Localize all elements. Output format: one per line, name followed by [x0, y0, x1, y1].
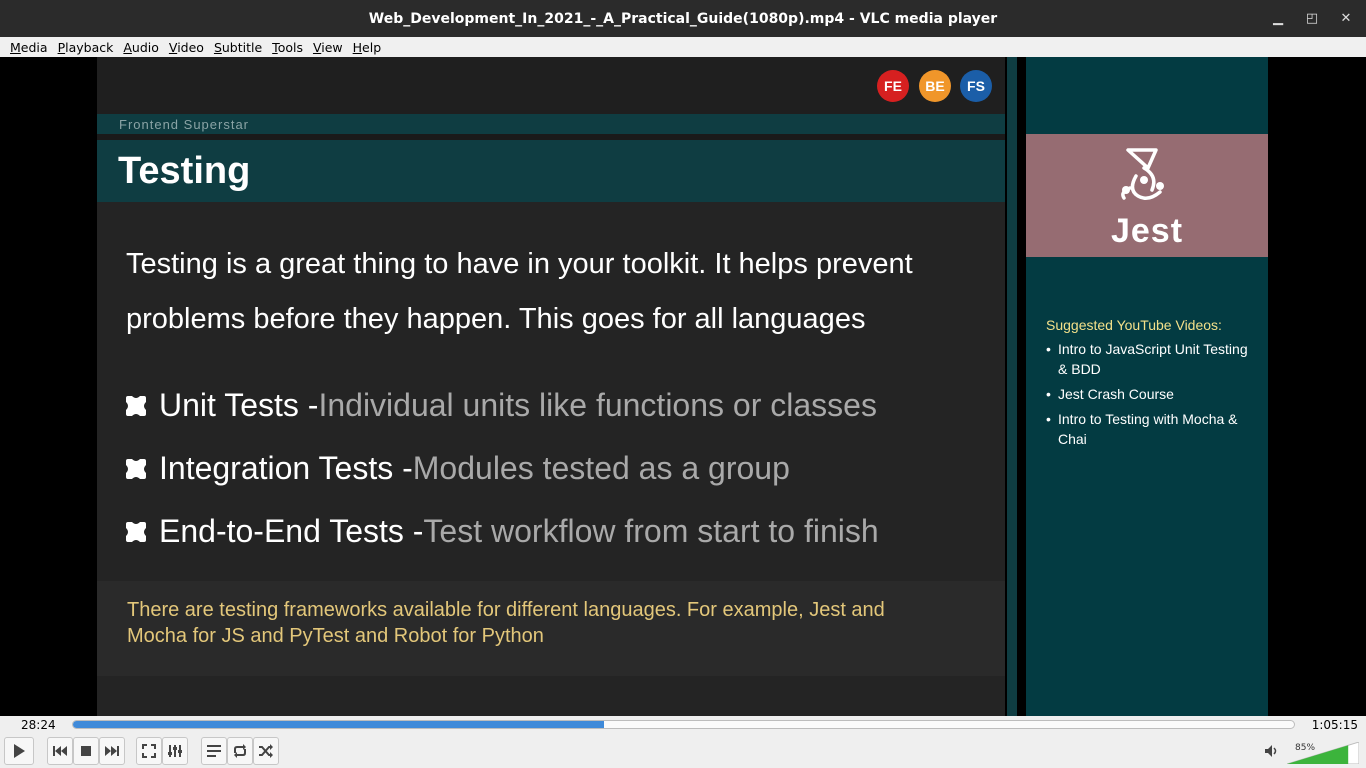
window-title: Web_Development_In_2021_-_A_Practical_Gu…	[368, 10, 998, 27]
minimize-button[interactable]: ▁	[1270, 11, 1286, 26]
fullscreen-button[interactable]	[136, 737, 162, 765]
stop-button[interactable]	[73, 737, 99, 765]
bullet-item: Integration Tests - Modules tested as a …	[123, 450, 790, 487]
menu-tools[interactable]: Tools	[267, 40, 308, 55]
close-button[interactable]: ✕	[1338, 11, 1354, 26]
playlist-icon	[207, 745, 221, 757]
extended-settings-button[interactable]	[162, 737, 188, 765]
title-band: Testing	[97, 140, 1005, 202]
previous-icon	[53, 746, 67, 756]
jest-logo-text: Jest	[1110, 212, 1184, 250]
slide-main-panel: FE BE FS Frontend Superstar Testing Test…	[97, 57, 1005, 716]
slide-note: There are testing frameworks available f…	[127, 599, 885, 647]
bullet-desc: Individual units like functions or class…	[318, 387, 877, 423]
bullet-head: End-to-End Tests -	[159, 513, 424, 549]
seek-row: 28:24 1:05:15	[0, 716, 1366, 734]
suggested-videos-list: Intro to JavaScript Unit Testing & BDD J…	[1046, 339, 1256, 454]
menu-video[interactable]: Video	[164, 40, 209, 55]
jest-jester-icon	[1121, 148, 1164, 200]
divider-stripe	[1007, 57, 1017, 716]
slide-intro: Testing is a great thing to have in your…	[126, 248, 913, 335]
shuffle-button[interactable]	[253, 737, 279, 765]
jest-logo-card: Jest	[1026, 134, 1268, 257]
section-label: Frontend Superstar	[119, 117, 250, 132]
suggested-videos-title: Suggested YouTube Videos:	[1046, 317, 1222, 333]
menu-media[interactable]: Media	[5, 40, 53, 55]
list-item: Intro to JavaScript Unit Testing & BDD	[1046, 339, 1256, 379]
extended-settings-icon	[168, 745, 182, 757]
menu-subtitle[interactable]: Subtitle	[209, 40, 267, 55]
seek-bar-fill	[73, 721, 605, 728]
restore-button[interactable]: ◰	[1304, 11, 1320, 26]
volume-percent: 85%	[1295, 743, 1316, 753]
slide-title: Testing	[118, 150, 251, 192]
window-controls: ▁ ◰ ✕	[1270, 0, 1354, 37]
bullet-head: Integration Tests -	[159, 450, 413, 486]
bullet-item: End-to-End Tests - Test workflow from st…	[123, 513, 879, 550]
bullet-desc: Modules tested as a group	[412, 450, 790, 486]
menu-playback[interactable]: Playback	[53, 40, 119, 55]
next-icon	[105, 746, 119, 756]
bullet-head: Unit Tests -	[159, 387, 319, 423]
bullet-item: Unit Tests - Individual units like funct…	[123, 387, 877, 424]
next-button[interactable]	[99, 737, 125, 765]
bullet-desc: Test workflow from start to finish	[423, 513, 879, 549]
elapsed-time: 28:24	[21, 718, 56, 732]
list-item: Intro to Testing with Mocha & Chai	[1046, 409, 1256, 449]
slide-header: FE BE FS	[97, 57, 1005, 114]
shuffle-icon	[259, 744, 273, 758]
badge-fs: FS	[960, 70, 992, 102]
stop-icon	[81, 746, 91, 756]
volume-icon[interactable]	[1264, 744, 1280, 758]
badge-fe: FE	[877, 70, 909, 102]
loop-icon	[234, 744, 246, 758]
menu-bar: Media Playback Audio Video Subtitle Tool…	[0, 37, 1366, 57]
window-titlebar: Web_Development_In_2021_-_A_Practical_Gu…	[0, 0, 1366, 37]
fullscreen-icon	[142, 744, 156, 758]
bullet-icon	[126, 395, 146, 416]
loop-button[interactable]	[227, 737, 253, 765]
menu-audio[interactable]: Audio	[118, 40, 164, 55]
video-frame[interactable]: FE BE FS Frontend Superstar Testing Test…	[0, 57, 1366, 716]
bullet-icon	[126, 458, 146, 479]
slide-sidebar: Jest Suggested YouTube Videos: Intro to …	[1026, 57, 1268, 716]
menu-view[interactable]: View	[308, 40, 348, 55]
playlist-button[interactable]	[201, 737, 227, 765]
seek-bar[interactable]	[72, 720, 1295, 729]
list-item: Jest Crash Course	[1046, 384, 1256, 404]
play-icon	[14, 744, 25, 758]
play-button[interactable]	[4, 737, 34, 765]
note-band: There are testing frameworks available f…	[97, 581, 1005, 676]
control-bar: 85%	[0, 734, 1366, 768]
total-time[interactable]: 1:05:15	[1312, 718, 1358, 732]
section-band: Frontend Superstar	[97, 114, 1005, 134]
menu-help[interactable]: Help	[348, 40, 387, 55]
bullet-icon	[126, 521, 146, 542]
badge-be: BE	[919, 70, 951, 102]
previous-button[interactable]	[47, 737, 73, 765]
